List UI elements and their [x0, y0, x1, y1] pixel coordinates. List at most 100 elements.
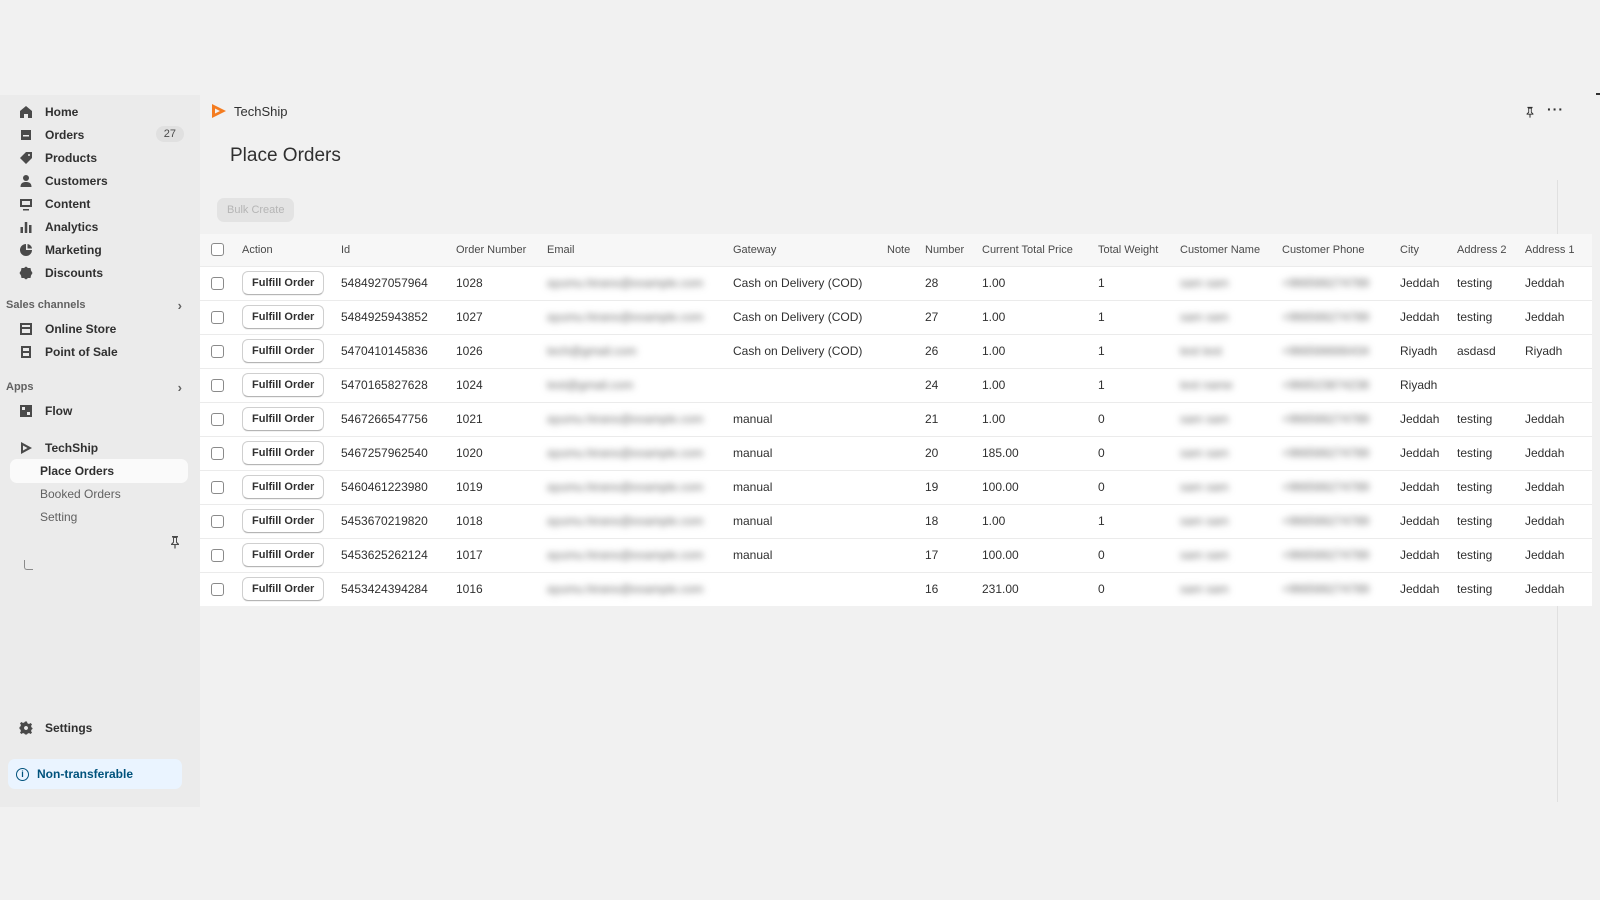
nav-techship-app[interactable]: TechShip [10, 436, 190, 460]
cell-address-1: Jeddah [1525, 412, 1565, 426]
table-row: Fulfill Order 5467257962540 1020 ayumu.h… [200, 436, 1592, 470]
column-header: Number [925, 243, 965, 256]
nav-discounts[interactable]: Discounts [10, 261, 190, 285]
cell-total-price: 100.00 [982, 548, 1019, 562]
row-checkbox[interactable] [211, 515, 224, 529]
fulfill-order-button[interactable]: Fulfill Order [242, 271, 325, 295]
fulfill-order-button[interactable]: Fulfill Order [242, 441, 325, 465]
column-header: Address 2 [1457, 243, 1507, 256]
cell-total-weight: 0 [1098, 480, 1105, 494]
fulfill-order-button[interactable]: Fulfill Order [242, 543, 325, 567]
cell-customer-name: sam sam [1180, 310, 1229, 324]
cell-id: 5453424394284 [341, 582, 428, 597]
cell-gateway [727, 572, 881, 606]
nav-products[interactable]: Products [10, 146, 190, 170]
page-title: Place Orders [230, 145, 341, 166]
cell-address-1: Jeddah [1525, 548, 1565, 562]
column-header: Action [242, 243, 273, 256]
cell-customer-phone: +966566274789 [1282, 446, 1370, 460]
nav-analytics[interactable]: Analytics [10, 215, 190, 239]
cell-order-number: 1017 [456, 548, 483, 562]
cell-customer-phone: +966566666434 [1282, 344, 1370, 358]
orders-table: Action Id Order Number Email Gateway Not… [200, 234, 1592, 606]
row-checkbox[interactable] [211, 379, 224, 393]
info-icon: i [16, 767, 29, 781]
fulfill-order-button[interactable]: Fulfill Order [242, 475, 325, 499]
tree-connector [24, 560, 33, 570]
fulfill-order-button[interactable]: Fulfill Order [242, 509, 325, 533]
sales-channels-header[interactable]: Sales channels › [6, 295, 188, 315]
sidebar: Home Orders 27 Products Customers Conten… [0, 95, 200, 807]
nav-settings[interactable]: Settings [10, 716, 190, 740]
cell-note [881, 538, 919, 572]
cell-order-number: 1027 [456, 310, 483, 324]
row-checkbox[interactable] [211, 345, 224, 359]
column-header: Gateway [733, 243, 777, 256]
cell-number: 20 [925, 446, 939, 460]
fulfill-order-button[interactable]: Fulfill Order [242, 305, 325, 329]
cell-address-1: Jeddah [1525, 446, 1565, 460]
sub-nav-place-orders[interactable]: Place Orders [10, 459, 188, 483]
cell-order-number: 1019 [456, 480, 483, 494]
table-row: Fulfill Order 5470165827628 1024 test@gm… [200, 368, 1592, 402]
cell-total-price: 100.00 [982, 480, 1019, 494]
fulfill-order-button[interactable]: Fulfill Order [242, 577, 325, 602]
cell-order-number: 1021 [456, 412, 483, 426]
table-row: Fulfill Order 5453424394284 1016 ayumu.h… [200, 572, 1592, 606]
cell-id: 5484925943852 [341, 310, 428, 324]
cell-total-price: 1.00 [982, 310, 1006, 324]
row-checkbox[interactable] [211, 277, 224, 291]
pin-icon[interactable] [168, 535, 182, 549]
nav-label: Analytics [45, 220, 99, 234]
nav-home[interactable]: Home [10, 100, 190, 124]
nav-marketing[interactable]: Marketing [10, 238, 190, 262]
nav-content[interactable]: Content [10, 192, 190, 216]
table-row: Fulfill Order 5453670219820 1018 ayumu.h… [200, 504, 1592, 538]
cell-order-number: 1024 [456, 378, 483, 392]
row-checkbox[interactable] [211, 447, 224, 461]
fulfill-order-button[interactable]: Fulfill Order [242, 339, 325, 363]
nav-flow[interactable]: Flow [10, 399, 190, 423]
nav-point-of-sale[interactable]: Point of Sale [10, 340, 190, 364]
fulfill-order-button[interactable]: Fulfill Order [242, 407, 325, 431]
section-heading: Apps [6, 381, 34, 393]
cell-total-weight: 0 [1098, 412, 1105, 426]
row-checkbox[interactable] [211, 413, 224, 427]
cell-total-weight: 1 [1098, 276, 1105, 290]
sub-nav-setting[interactable]: Setting [10, 505, 188, 529]
cell-customer-phone: +966566274789 [1282, 310, 1370, 324]
gear-icon [19, 721, 33, 735]
marketing-icon [19, 243, 33, 257]
sub-nav-booked-orders[interactable]: Booked Orders [10, 482, 188, 506]
cell-note [881, 470, 919, 504]
techship-logo-icon [212, 104, 226, 118]
nav-online-store[interactable]: Online Store [10, 317, 190, 341]
column-header: Total Weight [1098, 243, 1159, 256]
cell-email: ayumu.hirano@example.com [547, 276, 704, 290]
pin-icon[interactable] [1524, 105, 1536, 119]
bulk-create-button[interactable]: Bulk Create [217, 198, 295, 222]
non-transferable-notice[interactable]: i Non-transferable [8, 759, 182, 789]
nav-customers[interactable]: Customers [10, 169, 190, 193]
nav-label: Products [45, 151, 98, 165]
cell-customer-name: test test [1180, 344, 1223, 358]
row-checkbox[interactable] [211, 481, 224, 495]
row-checkbox[interactable] [211, 549, 224, 563]
nav-label: Marketing [45, 243, 102, 257]
more-options-icon[interactable]: ··· [1547, 101, 1564, 117]
column-header: City [1400, 243, 1419, 256]
nav-label: TechShip [45, 441, 99, 455]
content-icon [19, 197, 33, 211]
cell-total-weight: 0 [1098, 446, 1105, 460]
cell-address-2: asdasd [1457, 344, 1496, 358]
cell-order-number: 1020 [456, 446, 483, 460]
cell-address-1 [1519, 368, 1592, 402]
apps-header[interactable]: Apps › [6, 377, 188, 397]
fulfill-order-button[interactable]: Fulfill Order [242, 373, 325, 397]
cell-customer-phone: +966523874238 [1282, 378, 1370, 392]
nav-orders[interactable]: Orders 27 [10, 123, 190, 147]
row-checkbox[interactable] [211, 583, 224, 597]
cell-customer-phone: +966566274789 [1282, 514, 1370, 528]
select-all-checkbox[interactable] [211, 243, 224, 257]
row-checkbox[interactable] [211, 311, 224, 325]
